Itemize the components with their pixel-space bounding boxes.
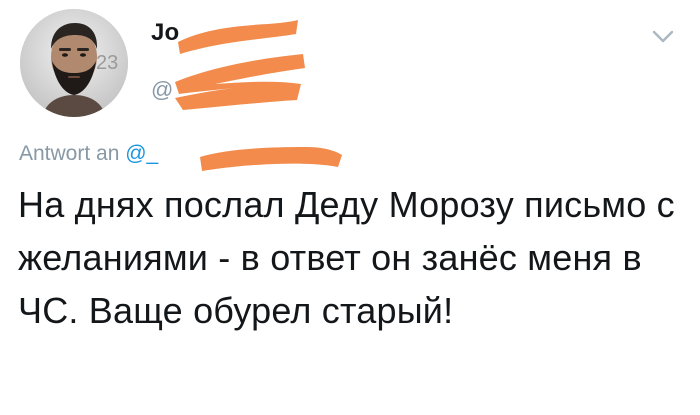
reply-context: Antwort an @_: [19, 140, 158, 168]
svg-text:23: 23: [96, 52, 118, 74]
tweet-text: На днях послал Деду Морозу письмо с жела…: [18, 184, 675, 331]
author-handle[interactable]: @: [151, 75, 173, 105]
avatar-photo-icon: 23: [20, 9, 128, 117]
mention-redaction-scribble: [200, 147, 342, 171]
tweet-menu-button[interactable]: [648, 22, 678, 52]
handle-redaction-scribble: [175, 54, 305, 110]
name-redaction-scribble: [178, 20, 298, 54]
avatar[interactable]: 23: [20, 9, 128, 117]
author-display-name[interactable]: Jo: [151, 18, 179, 48]
tweet-card: 23 Jo @ Antwort an @_ На днях послал Дед…: [0, 0, 700, 415]
reply-label: Antwort an: [19, 142, 120, 165]
chevron-down-icon: [652, 30, 674, 43]
reply-mention-link[interactable]: @_: [125, 142, 158, 165]
